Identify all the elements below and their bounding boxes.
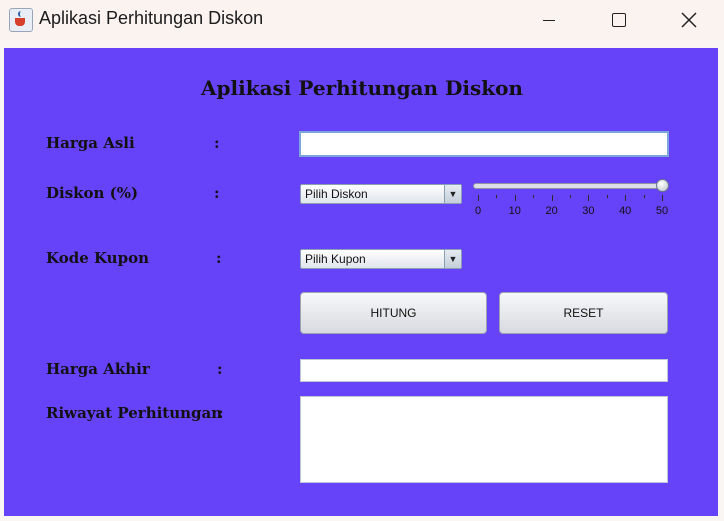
- java-cup-icon: [9, 8, 33, 32]
- riwayat-label: Riwayat Perhitungan: [46, 404, 223, 422]
- slider-tick: [496, 195, 498, 198]
- diskon-slider[interactable]: 0 10 20 30 40 50: [470, 178, 670, 220]
- slider-thumb[interactable]: [656, 179, 669, 192]
- kode-kupon-label: Kode Kupon: [46, 249, 149, 267]
- maximize-icon: [612, 13, 626, 27]
- slider-tick: [643, 195, 645, 198]
- diskon-dropdown[interactable]: Pilih Diskon ▼: [300, 184, 462, 204]
- close-button[interactable]: [666, 0, 712, 40]
- riwayat-textarea[interactable]: [300, 396, 668, 483]
- slider-tick: [606, 195, 608, 198]
- slider-track: [473, 183, 665, 189]
- riwayat-colon: :: [218, 404, 224, 422]
- slider-tick: [533, 195, 535, 198]
- harga-asli-colon: :: [214, 134, 220, 152]
- dropdown-arrow-icon: ▼: [444, 185, 461, 203]
- window-title: Aplikasi Perhitungan Diskon: [39, 8, 264, 28]
- slider-tick: [588, 195, 590, 201]
- title-bar: Aplikasi Perhitungan Diskon: [0, 0, 724, 40]
- slider-tick-label: 10: [508, 205, 521, 217]
- slider-tick: [570, 195, 571, 198]
- slider-tick-label: 40: [619, 205, 632, 217]
- app-window: Aplikasi Perhitungan Diskon Aplikasi Per…: [0, 0, 724, 521]
- close-icon: [681, 12, 697, 28]
- maximize-button[interactable]: [596, 0, 642, 40]
- harga-asli-label: Harga Asli: [46, 134, 135, 152]
- diskon-label: Diskon (%): [46, 184, 139, 202]
- slider-tick-label: 0: [474, 205, 482, 217]
- minimize-button[interactable]: [526, 0, 572, 40]
- harga-akhir-field[interactable]: [300, 359, 668, 382]
- page-heading: Aplikasi Perhitungan Diskon: [201, 76, 523, 100]
- kode-kupon-colon: :: [216, 249, 222, 267]
- slider-tick: [551, 195, 553, 201]
- slider-tick: [662, 195, 663, 201]
- harga-akhir-colon: :: [217, 360, 223, 378]
- slider-tick: [478, 195, 479, 201]
- kupon-dropdown[interactable]: Pilih Kupon ▼: [300, 249, 462, 269]
- slider-tick: [514, 195, 516, 201]
- hitung-button[interactable]: HITUNG: [300, 292, 487, 334]
- diskon-colon: :: [214, 184, 220, 202]
- minimize-icon: [543, 19, 555, 21]
- slider-tick: [625, 195, 627, 201]
- harga-akhir-label: Harga Akhir: [46, 360, 150, 378]
- slider-tick-label: 20: [545, 205, 558, 217]
- harga-asli-input[interactable]: [299, 131, 669, 157]
- slider-tick-label: 50: [655, 205, 669, 217]
- kupon-dropdown-value: Pilih Kupon: [305, 252, 366, 266]
- slider-tick-label: 30: [582, 205, 595, 217]
- diskon-dropdown-value: Pilih Diskon: [305, 187, 368, 201]
- reset-button[interactable]: RESET: [499, 292, 668, 334]
- dropdown-arrow-icon: ▼: [444, 250, 461, 268]
